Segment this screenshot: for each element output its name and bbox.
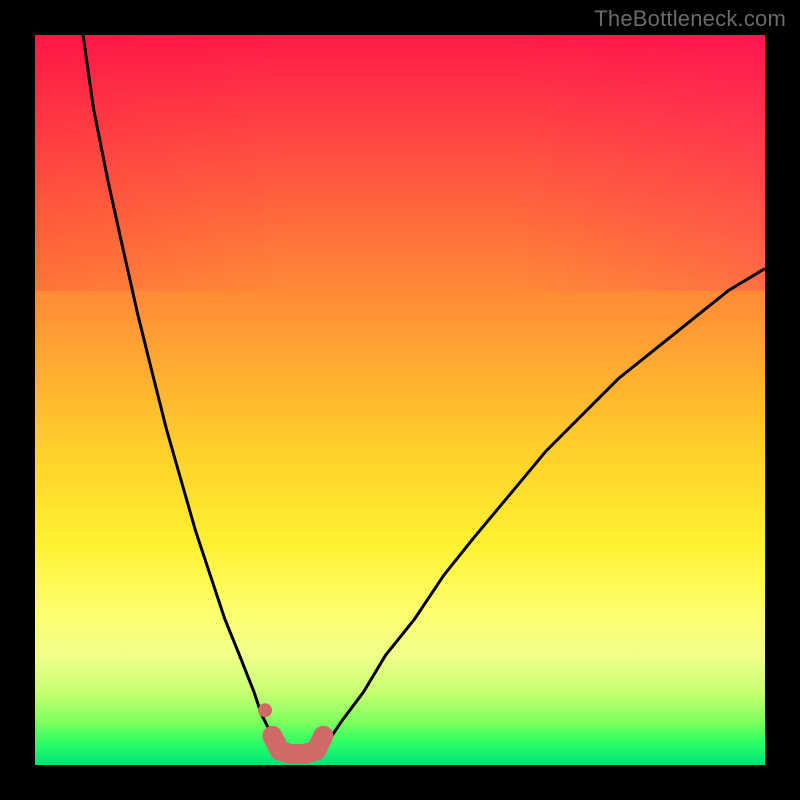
curve-right-branch — [327, 269, 765, 743]
curve-left-branch — [79, 35, 276, 743]
watermark-text: TheBottleneck.com — [594, 6, 786, 32]
plot-area — [35, 35, 765, 765]
valley-marker — [272, 736, 323, 754]
curve-layer — [35, 35, 765, 765]
chart-frame: TheBottleneck.com — [0, 0, 800, 800]
valley-dot — [258, 703, 272, 717]
